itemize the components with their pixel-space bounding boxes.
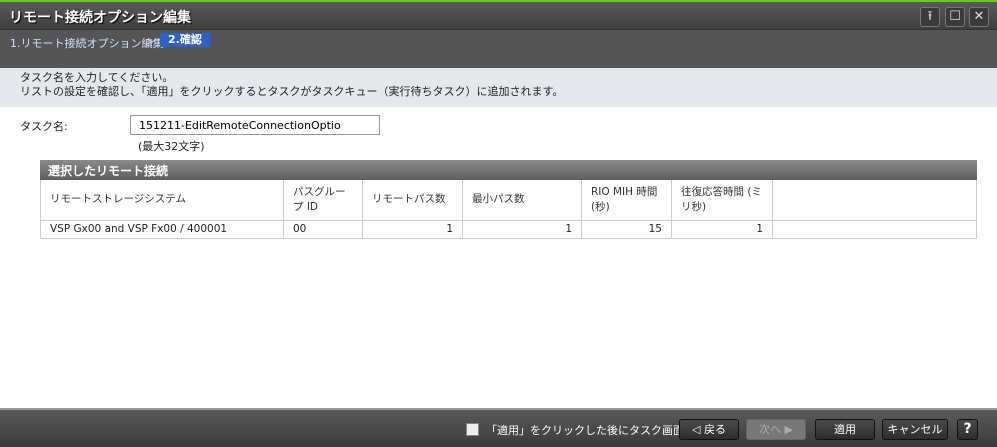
- pin-icon[interactable]: ⭱: [920, 7, 940, 27]
- maximize-icon[interactable]: ☐: [945, 7, 965, 27]
- back-button[interactable]: ◁ 戻る: [679, 419, 739, 440]
- column-header[interactable]: RIO MIH 時間 (秒): [581, 180, 672, 221]
- footer-bar: 「適用」をクリックした後にタスク画面を表示 ◁ 戻る 次へ ▶ 適用 キャンセル…: [0, 408, 997, 447]
- instruction-line: タスク名を入力してください。: [20, 71, 174, 84]
- cell-min-paths: 1: [462, 219, 582, 239]
- cell-path-group-id: 00: [283, 219, 363, 239]
- title-bar: リモート接続オプション編集 ⭱ ☐ ✕: [0, 0, 997, 29]
- help-icon[interactable]: ?: [957, 419, 978, 440]
- column-header[interactable]: リモートパス数: [362, 180, 463, 221]
- window-title: リモート接続オプション編集: [9, 10, 191, 26]
- table-row[interactable]: VSP Gx00 and VSP Fx00 / 400001 00 1 1 15…: [40, 219, 977, 239]
- apply-button[interactable]: 適用: [815, 419, 875, 440]
- cancel-button[interactable]: キャンセル: [882, 419, 948, 440]
- column-header[interactable]: 最小パス数: [462, 180, 582, 221]
- next-button: 次へ ▶: [746, 419, 806, 440]
- cell-remote-paths: 1: [362, 219, 463, 239]
- cell-rio-mih: 15: [581, 219, 672, 239]
- task-name-label: タスク名:: [20, 120, 68, 133]
- instruction-line: リストの設定を確認し、「適用」をクリックするとタスクがタスクキュー（実行待ちタス…: [20, 85, 564, 98]
- breadcrumb-step-1[interactable]: 1.リモート接続オプション編集: [10, 35, 164, 51]
- column-header[interactable]: パスグループ ID: [283, 180, 363, 221]
- show-task-checkbox[interactable]: [466, 423, 479, 436]
- column-header[interactable]: リモートストレージシステム: [40, 180, 284, 221]
- cell-storage-system: VSP Gx00 and VSP Fx00 / 400001: [40, 219, 284, 239]
- column-header[interactable]: 往復応答時間 (ミリ秒): [671, 180, 773, 221]
- column-header: [772, 180, 977, 221]
- selected-remote-connections-panel: 選択したリモート接続 リモートストレージシステム パスグループ ID リモートパ…: [40, 160, 977, 239]
- cell-round-trip: 1: [671, 219, 773, 239]
- task-name-hint: (最大32文字): [138, 140, 205, 153]
- breadcrumb: 1.リモート接続オプション編集 > 2.確認: [0, 29, 997, 68]
- breadcrumb-step-2: 2.確認: [160, 33, 211, 47]
- breadcrumb-separator: >: [145, 35, 155, 48]
- remote-connections-table: リモートストレージシステム パスグループ ID リモートパス数 最小パス数 RI…: [40, 180, 977, 239]
- instructions: タスク名を入力してください。 リストの設定を確認し、「適用」をクリックするとタス…: [0, 68, 997, 107]
- panel-title: 選択したリモート接続: [40, 160, 977, 180]
- close-icon[interactable]: ✕: [969, 7, 989, 27]
- task-name-input[interactable]: [130, 115, 380, 135]
- table-header-row: リモートストレージシステム パスグループ ID リモートパス数 最小パス数 RI…: [40, 180, 977, 221]
- cell-empty: [772, 219, 977, 239]
